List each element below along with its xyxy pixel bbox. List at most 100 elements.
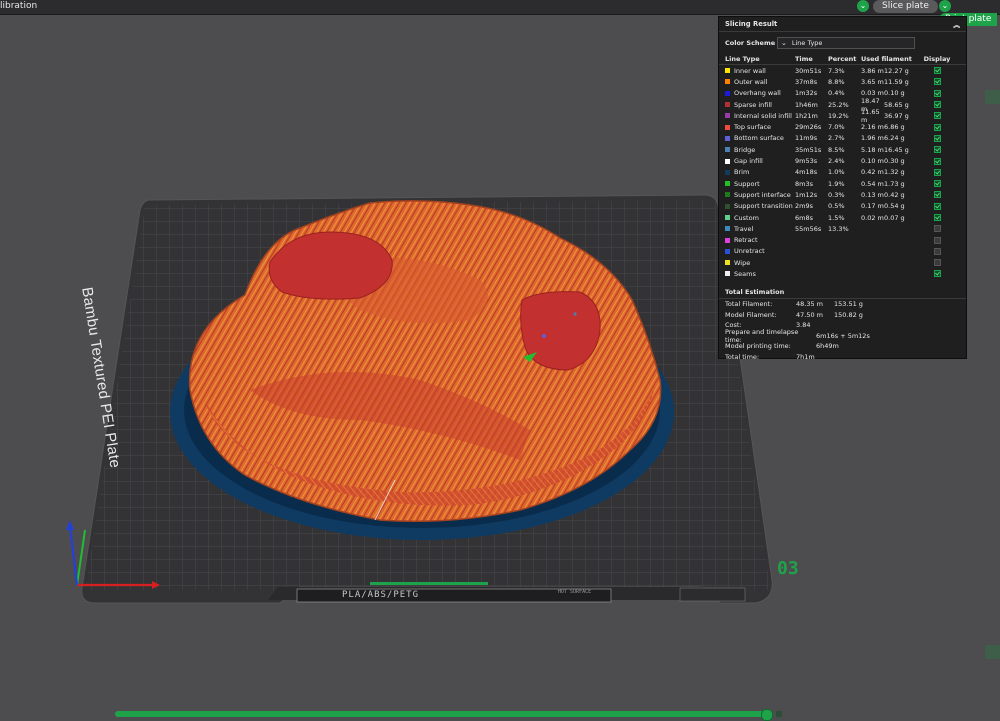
display-checkbox[interactable] [933, 259, 941, 267]
line-type-row: Internal solid infill 1h21m 19.2% 11.65 m 36… [719, 107, 966, 124]
display-checkbox[interactable] [933, 214, 941, 221]
print-plate-button[interactable]: ⌄Print plate [939, 0, 1000, 26]
time-cell: 1m32s [795, 89, 818, 98]
line-type-name: Gap infill [734, 157, 763, 166]
display-checkbox[interactable] [933, 123, 941, 131]
length-cell: 3.65 m [861, 77, 884, 86]
slicing-result-panel: Slicing Result ︽ Color Scheme ⌄ Line Typ… [718, 16, 967, 361]
display-checkbox[interactable] [933, 168, 941, 176]
panel-title: Slicing Result [725, 20, 778, 28]
estimation-label: Model Filament: [725, 310, 777, 319]
length-cell: 0.10 m [861, 157, 884, 166]
display-checkbox[interactable] [933, 112, 941, 120]
percent-cell: 19.2% [828, 111, 849, 120]
line-type-name: Inner wall [734, 66, 766, 75]
display-checkbox[interactable] [933, 191, 941, 199]
line-type-cell: Support interface [725, 191, 795, 199]
chevron-down-icon[interactable]: ⌄ [857, 0, 869, 12]
percent-cell: 1.9% [828, 179, 845, 188]
line-type-cell: Internal solid infill [725, 112, 795, 120]
layer-value [776, 711, 782, 717]
col-used-filament: Used filament [861, 55, 912, 63]
color-scheme-select[interactable]: ⌄ Line Type [777, 37, 915, 49]
line-type-list: Inner wall 30m51s 7.3% 3.86 m 12.27 g Outer w… [719, 65, 966, 280]
display-checkbox[interactable] [933, 134, 941, 142]
color-swatch [725, 124, 730, 130]
display-checkbox[interactable] [933, 180, 941, 188]
estimation-value: 6h49m [816, 342, 839, 351]
line-type-cell: Travel [725, 225, 795, 233]
length-cell: 1.96 m [861, 134, 884, 143]
percent-cell: 8.5% [828, 145, 845, 154]
line-type-cell: Retract [725, 236, 795, 244]
percent-cell: 2.7% [828, 134, 845, 143]
line-type-cell: Gap infill [725, 157, 795, 165]
display-checkbox[interactable] [933, 89, 941, 97]
display-checkbox[interactable] [933, 157, 941, 165]
line-type-name: Top surface [734, 123, 772, 132]
line-type-row: Brim 4m18s 1.0% 0.42 m 1.32 g [719, 167, 966, 178]
slice-plate-label[interactable]: Slice plate [873, 0, 938, 13]
color-swatch [725, 90, 730, 96]
line-type-name: Support transition [734, 202, 793, 211]
estimation-row: Model Filament: 47.50 m 150.82 g [719, 309, 966, 320]
weight-cell: 16.45 g [884, 145, 909, 154]
slice-plate-button[interactable]: ⌄ Slice plate [857, 0, 938, 13]
line-type-name: Travel [734, 224, 754, 233]
line-type-name: Support interface [734, 190, 791, 199]
layer-slider-handle[interactable] [761, 709, 773, 721]
display-checkbox[interactable] [933, 146, 941, 154]
time-cell: 1h21m [795, 111, 818, 120]
time-cell: 35m51s [795, 145, 822, 154]
estimation-value: 47.50 m [796, 310, 824, 319]
time-cell: 4m18s [795, 168, 818, 177]
percent-cell: 7.3% [828, 66, 845, 75]
length-cell: 0.42 m [861, 168, 884, 177]
chevron-down-icon[interactable]: ⌄ [939, 0, 951, 12]
estimation-value-2: 153.51 g [834, 299, 863, 308]
length-cell: 11.65 m [861, 107, 880, 124]
weight-cell: 6.86 g [884, 123, 905, 132]
display-checkbox[interactable] [933, 225, 941, 233]
line-type-name: Seams [734, 269, 756, 278]
display-checkbox[interactable] [933, 202, 941, 210]
col-line-type: Line Type [725, 55, 760, 63]
weight-cell: 58.65 g [884, 100, 909, 109]
display-checkbox[interactable] [933, 67, 941, 75]
line-type-cell: Bottom surface [725, 134, 795, 142]
percent-cell: 25.2% [828, 100, 849, 109]
display-checkbox[interactable] [933, 270, 941, 278]
display-checkbox[interactable] [933, 247, 941, 255]
weight-cell: 12.27 g [884, 66, 909, 75]
layer-progress-bar[interactable] [115, 711, 767, 717]
display-checkbox[interactable] [933, 236, 941, 244]
percent-cell: 0.5% [828, 202, 845, 211]
line-type-row: Support transition 2m9s 0.5% 0.17 m 0.54 g [719, 201, 966, 212]
estimation-row: Total Filament: 48.35 m 153.51 g [719, 299, 966, 310]
line-type-row: Custom 6m8s 1.5% 0.02 m 0.07 g [719, 212, 966, 223]
line-type-row: Seams [719, 268, 966, 279]
plate-materials: PLA/ABS/PETG [342, 590, 420, 600]
total-estimation-title: Total Estimation [719, 281, 966, 299]
line-type-cell: Custom [725, 214, 795, 222]
line-type-name: Overhang wall [734, 89, 781, 98]
plate-number: 03 [777, 558, 799, 579]
display-checkbox[interactable] [933, 78, 941, 86]
percent-cell: 1.0% [828, 168, 845, 177]
right-tag [985, 645, 1000, 659]
col-time: Time [795, 55, 813, 63]
display-checkbox[interactable] [933, 101, 941, 109]
line-type-name: Unretract [734, 247, 765, 256]
line-type-cell: Support transition [725, 202, 795, 210]
color-swatch [725, 113, 730, 119]
collapse-icon[interactable]: ︽ [953, 19, 960, 29]
estimation-row: Prepare and timelapse time: 6m16s + 5m12s [719, 328, 966, 344]
color-swatch [725, 237, 730, 243]
percent-cell: 0.3% [828, 190, 845, 199]
weight-cell: 0.07 g [884, 213, 905, 222]
line-type-row: Bottom surface 11m9s 2.7% 1.96 m 6.24 g [719, 133, 966, 144]
time-cell: 29m26s [795, 123, 822, 132]
color-swatch [725, 158, 730, 164]
panel-header[interactable]: Slicing Result ︽ [719, 17, 966, 32]
estimation-value: 6m16s + 5m12s [816, 331, 870, 340]
